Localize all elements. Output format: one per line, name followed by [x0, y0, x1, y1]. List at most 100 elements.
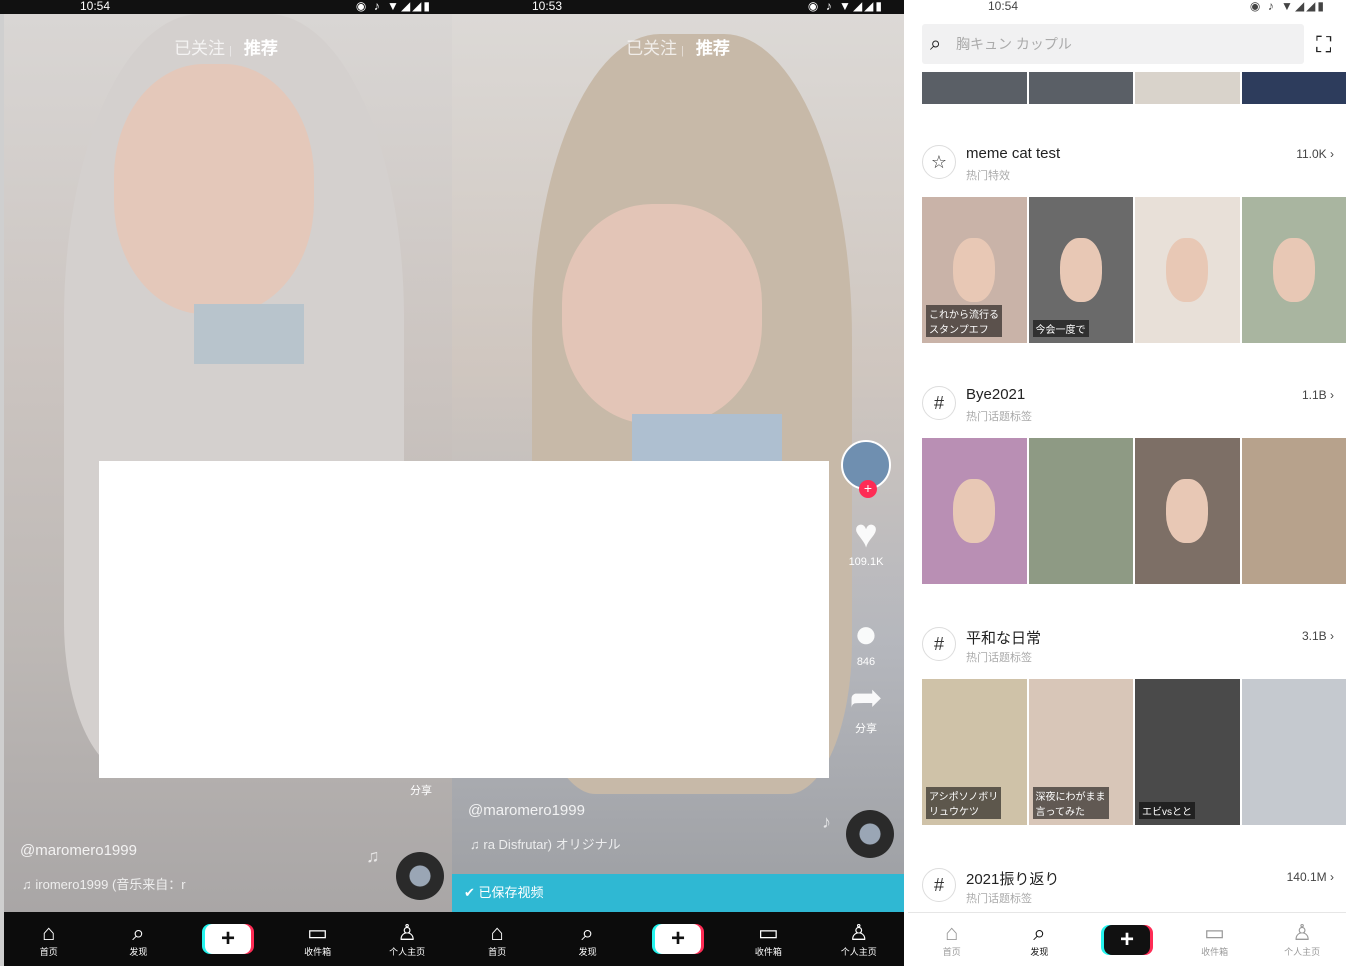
- inbox-icon: ▭: [1204, 920, 1225, 945]
- thumbnail[interactable]: 今会一度で: [1028, 197, 1133, 343]
- author-avatar[interactable]: +: [841, 440, 891, 498]
- section-title: 平和な日常: [966, 630, 1042, 647]
- section-header[interactable]: ☆ meme cat test 热门特效 11.0K ›: [922, 135, 1346, 197]
- author-handle[interactable]: @maromero1999: [20, 842, 137, 859]
- thumbnail[interactable]: [1241, 72, 1346, 104]
- comment-icon[interactable]: ●: [838, 612, 894, 656]
- search-input[interactable]: ⌕ 胸キュン カップル: [922, 24, 1304, 64]
- thumbnail[interactable]: [1028, 438, 1133, 584]
- nav-profile[interactable]: ♙ 个人主页: [375, 919, 439, 958]
- comment-count: 846: [856, 656, 876, 668]
- heart-icon[interactable]: ♥: [838, 512, 894, 556]
- bottom-nav: ⌂ 首页 ⌕ 发现 + ▭ 收件箱 ♙ 个人主页: [908, 912, 1346, 966]
- saved-toast-text: 已保存视频: [478, 885, 544, 900]
- nav-inbox[interactable]: ▭ 收件箱: [736, 919, 800, 958]
- inbox-icon: ▭: [757, 919, 779, 945]
- trending-section: # 平和な日常 热门话题标签 3.1B › アシポソノボリ リュウケツ 深夜にわ…: [922, 617, 1346, 858]
- thumbnail[interactable]: アシポソノボリ リュウケツ: [922, 679, 1027, 825]
- search-icon: ⌕: [1033, 920, 1046, 945]
- bottom-nav: ⌂ 首页 ⌕ 发现 + ▭ 收件箱 ♙ 个人主页: [452, 912, 904, 966]
- status-time: 10:54: [80, 0, 111, 13]
- section-subtitle: 热门话题标签: [966, 652, 1032, 664]
- follow-plus-icon[interactable]: +: [859, 480, 877, 498]
- share-label: 分享: [855, 723, 877, 735]
- music-info[interactable]: ♫ ra Disfrutar) オリジナル: [470, 834, 621, 853]
- search-placeholder: 胸キュン カップル: [956, 36, 1072, 52]
- thumbnail[interactable]: [1135, 197, 1240, 343]
- thumbnail-row: [922, 438, 1346, 584]
- section-title: Bye2021: [966, 386, 1026, 403]
- music-disc-icon[interactable]: [396, 852, 444, 900]
- share-icon[interactable]: ➦: [838, 676, 894, 720]
- home-icon: ⌂: [490, 919, 504, 945]
- thumbnail-face: [1166, 478, 1209, 544]
- nav-home[interactable]: ⌂ 首页: [920, 921, 984, 958]
- music-note-icon: ♫: [470, 837, 484, 852]
- previous-section-thumbs: [922, 72, 1346, 104]
- music-info[interactable]: ♫ iromero1999 (音乐来自：r: [22, 874, 186, 893]
- section-title: 2021振り返り: [966, 871, 1060, 888]
- thumbnail[interactable]: これから流行る スタンプエフ: [922, 197, 1027, 343]
- tab-following[interactable]: 已关注: [626, 39, 677, 58]
- trending-section: # 2021振り返り 热门话题标签 140.1M ›: [922, 858, 1346, 912]
- section-subtitle: 热门话题标签: [966, 411, 1032, 423]
- status-bar: 10:53 ◉ ♪ ▼◢◢▮: [452, 0, 904, 14]
- music-note-icon: ♫: [366, 846, 380, 866]
- signal-icons: ◉ ♪ ▼◢◢▮: [1249, 0, 1326, 13]
- thumbnail-face: [953, 237, 996, 303]
- thumbnail[interactable]: [1028, 72, 1133, 104]
- home-icon: ⌂: [945, 920, 959, 945]
- thumbnail[interactable]: [1135, 438, 1240, 584]
- thumbnail[interactable]: [1241, 679, 1346, 825]
- thumbnail[interactable]: [922, 438, 1027, 584]
- nav-inbox[interactable]: ▭ 收件箱: [1183, 921, 1247, 958]
- tab-for-you[interactable]: 推荐: [696, 39, 730, 58]
- nav-create[interactable]: +: [646, 924, 710, 954]
- bottom-nav: ⌂ 首页 ⌕ 发现 + ▭ 收件箱 ♙ 个人主页: [4, 912, 452, 966]
- inbox-icon: ▭: [307, 919, 328, 945]
- thumbnail-face: [1166, 237, 1209, 303]
- nav-discover[interactable]: ⌕ 发现: [556, 919, 620, 958]
- nav-home[interactable]: ⌂ 首页: [465, 919, 529, 958]
- status-bar: 10:54 ◉ ♪ ▼◢◢▮: [908, 0, 1346, 14]
- create-plus-icon: +: [1103, 924, 1150, 955]
- scan-icon[interactable]: ⛶: [1316, 32, 1331, 58]
- thumbnail[interactable]: 深夜にわがまま 言ってみた: [1028, 679, 1133, 825]
- feed-tabs: 已关注 | 推荐: [626, 39, 730, 58]
- nav-discover[interactable]: ⌕ 发现: [1007, 921, 1071, 958]
- music-disc-icon[interactable]: [846, 810, 894, 858]
- thumbnail[interactable]: [922, 72, 1027, 104]
- tab-following[interactable]: 已关注: [174, 39, 225, 58]
- thumbnail[interactable]: [1241, 197, 1346, 343]
- thumbnail[interactable]: [1241, 438, 1346, 584]
- hashtag-icon: #: [922, 627, 956, 661]
- tab-for-you[interactable]: 推荐: [244, 39, 278, 58]
- search-icon: ⌕: [581, 919, 594, 945]
- section-count: 3.1B ›: [1301, 629, 1334, 643]
- video-subject-face: [114, 64, 314, 314]
- profile-icon: ♙: [397, 919, 418, 945]
- thumbnail[interactable]: エビvsとと: [1135, 679, 1240, 825]
- section-header[interactable]: # Bye2021 热门话题标签 1.1B ›: [922, 376, 1346, 438]
- nav-profile[interactable]: ♙ 个人主页: [1270, 921, 1334, 958]
- nav-home[interactable]: ⌂ 首页: [17, 920, 81, 958]
- nav-inbox[interactable]: ▭ 收件箱: [286, 919, 350, 958]
- nav-create[interactable]: +: [1095, 924, 1159, 955]
- status-time: 10:54: [988, 0, 1019, 13]
- nav-create[interactable]: +: [196, 924, 260, 954]
- share-label: 分享: [410, 785, 432, 797]
- create-plus-icon: +: [654, 924, 701, 954]
- action-column: + ♥ 109.1K: [838, 440, 894, 568]
- nav-discover[interactable]: ⌕ 发现: [106, 920, 170, 958]
- thumbnail-row: これから流行る スタンプエフ 今会一度で: [922, 197, 1346, 343]
- status-time: 10:53: [532, 0, 563, 13]
- thumbnail[interactable]: [1135, 72, 1240, 104]
- music-title: iromero1999 (音乐来自：r: [35, 877, 186, 892]
- author-handle[interactable]: @maromero1999: [468, 802, 585, 819]
- nav-profile[interactable]: ♙ 个人主页: [827, 920, 891, 958]
- section-title: meme cat test: [966, 145, 1061, 162]
- music-title: ra Disfrutar) オリジナル: [483, 837, 621, 852]
- thumbnail-face: [953, 478, 996, 544]
- section-header[interactable]: # 2021振り返り 热门话题标签 140.1M ›: [922, 858, 1346, 920]
- section-header[interactable]: # 平和な日常 热门话题标签 3.1B ›: [922, 617, 1346, 679]
